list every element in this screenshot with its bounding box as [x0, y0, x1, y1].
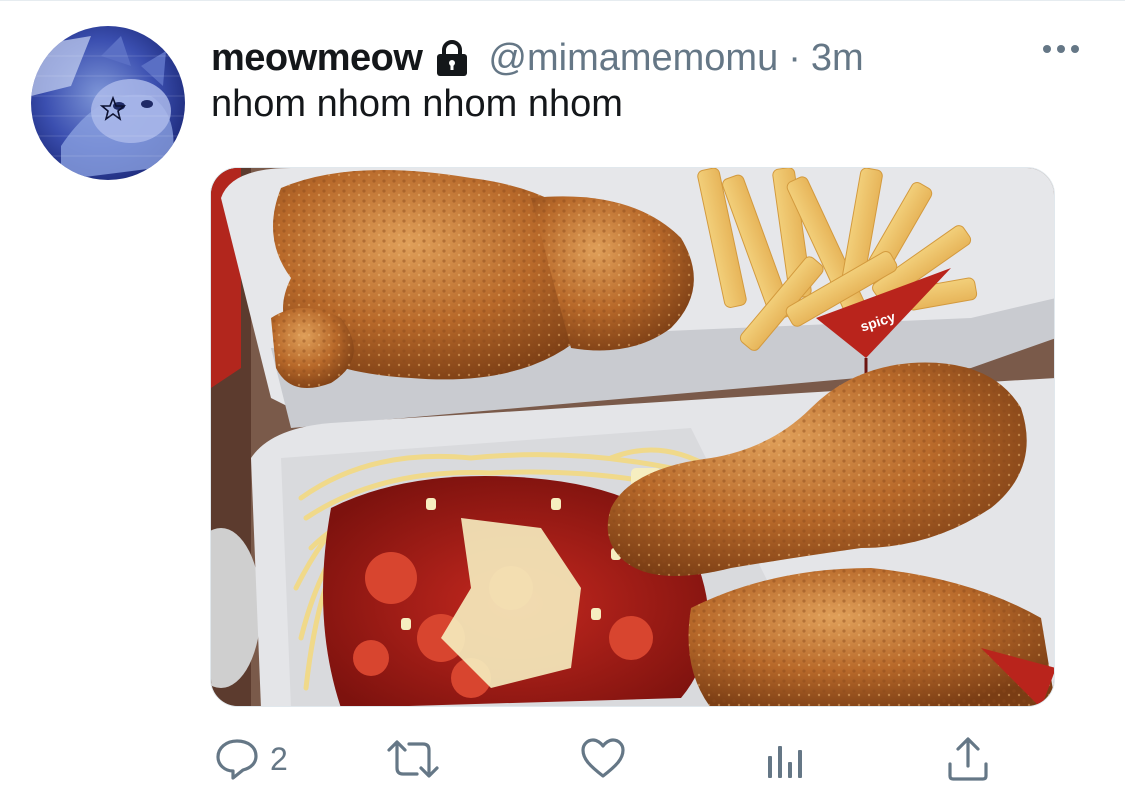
avatar[interactable]: [31, 26, 185, 180]
analytics-icon: [765, 736, 805, 782]
retweet-icon: [385, 736, 441, 782]
tweet-actions: 2: [0, 729, 1125, 789]
tweet-header: meowmeow @mimamemomu · 3m: [211, 33, 864, 83]
tweet: meowmeow @mimamemomu · 3m nhom nhom nhom…: [0, 0, 1125, 804]
display-name[interactable]: meowmeow: [211, 37, 423, 80]
more-horizontal-icon[interactable]: [1041, 37, 1081, 61]
retweet-button[interactable]: [385, 729, 441, 789]
timestamp[interactable]: 3m: [811, 37, 864, 80]
reply-icon: [214, 736, 260, 782]
heart-icon: [580, 736, 626, 782]
user-handle[interactable]: @mimamemomu: [488, 37, 778, 80]
separator-dot: ·: [788, 36, 801, 79]
share-button[interactable]: [946, 729, 990, 789]
share-icon: [946, 736, 990, 782]
reply-button[interactable]: 2: [214, 729, 288, 789]
lock-icon: [432, 38, 472, 78]
tweet-text: nhom nhom nhom nhom: [211, 83, 623, 125]
like-button[interactable]: [580, 729, 626, 789]
analytics-button[interactable]: [765, 729, 805, 789]
tweet-media-image[interactable]: spicy: [210, 167, 1055, 707]
reply-count: 2: [270, 740, 288, 777]
